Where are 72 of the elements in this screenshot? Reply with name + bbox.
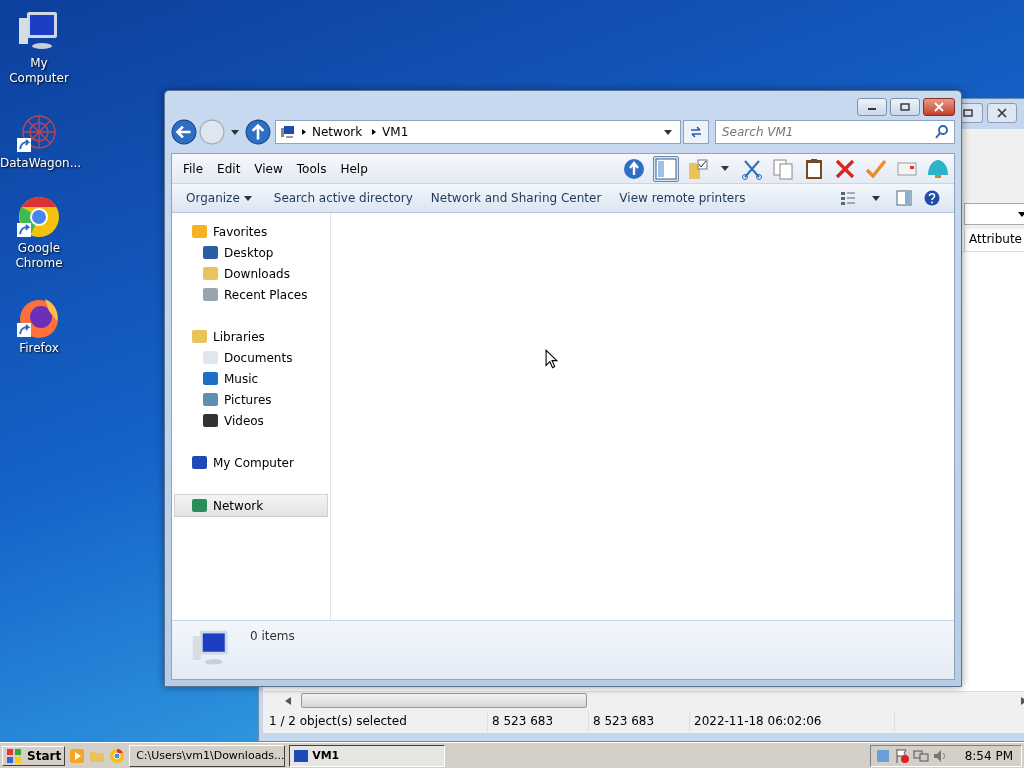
refresh-icon (688, 124, 704, 140)
navigation-item[interactable]: Videos (172, 410, 330, 431)
search-icon (934, 124, 950, 140)
mouse-cursor-icon (545, 349, 558, 369)
navigation-item[interactable]: Music (172, 368, 330, 389)
close-icon (933, 102, 945, 112)
item-count-text: 0 items (250, 629, 295, 643)
taskbar-button[interactable]: VM1 (289, 744, 446, 767)
chevron-icon[interactable] (302, 129, 306, 135)
desktop-icon-label[interactable]: DataWagon... (0, 156, 78, 171)
dropdown-field[interactable] (964, 203, 1024, 225)
view-options-icon[interactable] (840, 190, 856, 206)
close-button[interactable] (923, 98, 955, 116)
browser-icon[interactable] (109, 747, 126, 764)
caret-icon[interactable] (721, 166, 729, 171)
command-button[interactable]: Network and Sharing Center (426, 191, 606, 205)
menu-item[interactable]: Edit (210, 161, 248, 176)
search-field[interactable]: Search VM1 (715, 120, 955, 144)
navigation-item[interactable]: Desktop (172, 242, 330, 263)
maximize-button[interactable] (890, 98, 920, 116)
navigation-item[interactable]: Pictures (172, 389, 330, 410)
scroll-left-icon[interactable] (285, 696, 291, 705)
status-bar-cell: 8 523 683 (488, 711, 589, 731)
navigation-item[interactable]: Network (174, 494, 328, 517)
column-header[interactable]: Attribute (964, 229, 1024, 251)
up-button[interactable] (245, 119, 271, 145)
navigation-item[interactable]: Downloads (172, 263, 330, 284)
help-icon[interactable] (924, 190, 940, 206)
horizontal-scrollbar[interactable] (263, 691, 1024, 709)
network-status-icon[interactable] (912, 747, 929, 764)
menu-item[interactable]: File (176, 161, 211, 176)
navigation-item[interactable]: Favorites (172, 221, 330, 242)
restore-icon (899, 102, 911, 112)
menu-item[interactable]: Help (333, 161, 375, 176)
menu-item[interactable]: View (247, 161, 290, 176)
caret-icon (243, 195, 252, 201)
command-button[interactable]: Organize (182, 191, 260, 205)
scrollbar-thumb[interactable] (301, 693, 587, 708)
status-bar-cell: 1 / 2 object(s) selected (265, 711, 488, 731)
folder-checkbox-icon[interactable] (686, 156, 710, 181)
close-button[interactable] (987, 103, 1017, 123)
breadcrumb-item[interactable]: Network (312, 125, 363, 139)
close-icon (996, 108, 1008, 118)
windows-flag-icon (6, 747, 22, 764)
desktop-icon-label[interactable]: Firefox (0, 341, 78, 356)
menu-item[interactable]: Tools (289, 161, 334, 176)
caret-icon[interactable] (872, 195, 880, 201)
restore-button[interactable] (962, 103, 983, 123)
command-button[interactable]: Search active directory (269, 191, 417, 205)
navigation-item[interactable]: My Computer (172, 452, 330, 473)
desktop-icon-label[interactable]: My Computer (0, 56, 78, 86)
caret-icon[interactable] (664, 129, 672, 135)
chevron-icon[interactable] (372, 129, 377, 135)
start-button[interactable]: Start (2, 745, 66, 766)
refresh-button[interactable] (683, 120, 709, 144)
restore-icon (962, 108, 974, 118)
folder-pane-icon[interactable] (653, 155, 679, 182)
command-button[interactable]: View remote printers (615, 191, 750, 205)
taskbar-button[interactable]: C:\Users\vm1\Downloads... (129, 744, 286, 767)
navigation-item[interactable]: Recent Places (172, 284, 330, 305)
breadcrumb-item[interactable]: VM1 (382, 125, 409, 139)
caret-icon[interactable] (231, 129, 239, 135)
caret-icon (1018, 211, 1024, 217)
minimize-button[interactable] (857, 98, 887, 116)
status-bar-cell: 2022-11-18 06:02:06 (690, 711, 895, 731)
navigation-item[interactable]: Libraries (172, 326, 330, 347)
address-bar[interactable]: Network VM1 (275, 120, 681, 144)
status-bar-cell: 8 523 683 (589, 711, 690, 731)
desktop-icon-label[interactable]: Google Chrome (11, 241, 67, 271)
back-button[interactable] (171, 119, 197, 145)
flag-error-icon[interactable] (893, 747, 910, 764)
navigation-item[interactable]: Documents (172, 347, 330, 368)
